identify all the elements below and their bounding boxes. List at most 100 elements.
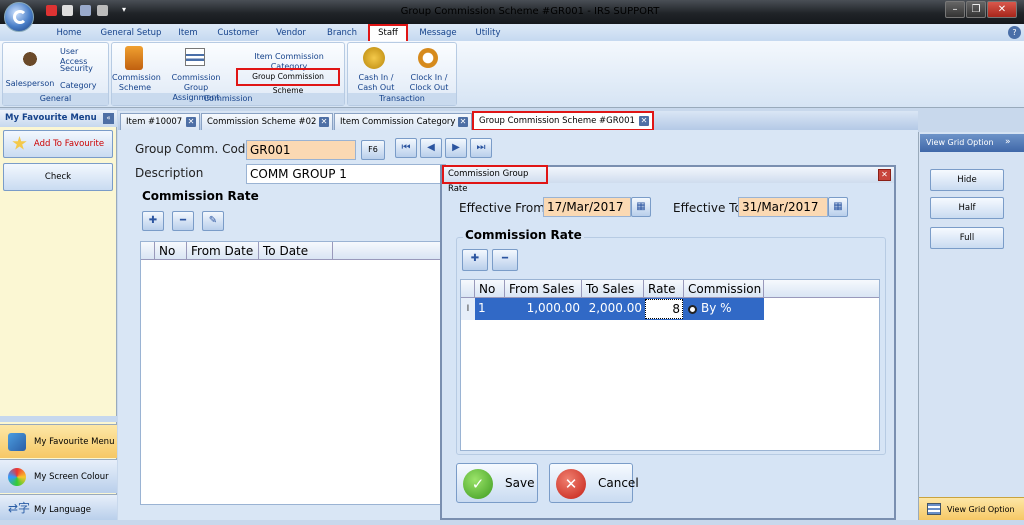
- cell-commission[interactable]: By %: [701, 301, 732, 315]
- group-code-field[interactable]: GR001: [246, 140, 356, 160]
- dialog-remove-row-button[interactable]: ━: [492, 249, 518, 271]
- col-from-sales[interactable]: From Sales: [505, 280, 582, 298]
- cell-from-sales[interactable]: 1,000.00: [505, 301, 580, 315]
- table-row[interactable]: I 1 1,000.00 2,000.00 8 By %: [461, 298, 764, 320]
- calculator-icon: [125, 46, 143, 70]
- tab-message[interactable]: Message: [414, 26, 462, 40]
- cell-rate-editor[interactable]: 8: [645, 299, 683, 319]
- cell-to-sales[interactable]: 2,000.00: [582, 301, 642, 315]
- save-button[interactable]: ✓ Save: [456, 463, 538, 503]
- radio-selected-icon[interactable]: [688, 305, 697, 314]
- clock-in-out-button[interactable]: Clock In / Clock Out: [404, 73, 454, 93]
- clock-icon: [418, 48, 438, 68]
- close-window-button[interactable]: ✕: [987, 1, 1017, 18]
- col-commission[interactable]: Commission: [684, 280, 764, 298]
- dialog-close-button[interactable]: ✕: [878, 169, 891, 181]
- doc-tab-item[interactable]: Item #10007 ✕: [120, 113, 200, 130]
- f6-button[interactable]: F6: [361, 140, 385, 160]
- expand-panel-icon[interactable]: »: [1005, 137, 1011, 147]
- app-menu-orb[interactable]: [4, 2, 34, 32]
- col-to-sales[interactable]: To Sales: [582, 280, 644, 298]
- tab-home[interactable]: Home: [46, 26, 92, 40]
- collapse-panel-icon[interactable]: «: [103, 113, 114, 124]
- effective-from-field[interactable]: 17/Mar/2017: [543, 197, 631, 217]
- grid-hide-button[interactable]: Hide: [930, 169, 1004, 191]
- prev-record-button[interactable]: ◀: [420, 138, 442, 158]
- commission-group-assignment-button[interactable]: Commission Group Assignment: [160, 73, 232, 103]
- effective-to-label: Effective To: [673, 201, 742, 215]
- tab-customer[interactable]: Customer: [212, 26, 264, 40]
- cell-no[interactable]: 1: [478, 301, 486, 315]
- row-edit-indicator: I: [461, 298, 475, 320]
- description-label: Description: [135, 166, 204, 180]
- close-tab-icon[interactable]: ✕: [639, 116, 649, 126]
- restore-button[interactable]: ❐: [966, 1, 986, 18]
- edit-row-button[interactable]: ✎: [202, 211, 224, 231]
- grid-header: No From Date To Date: [141, 242, 441, 260]
- col-to-date[interactable]: To Date: [259, 242, 333, 260]
- effective-to-field[interactable]: 31/Mar/2017: [738, 197, 828, 217]
- effective-from-calendar-icon[interactable]: ▦: [631, 197, 651, 217]
- close-tab-icon[interactable]: ✕: [186, 117, 196, 127]
- doc-tab-group-commission-scheme[interactable]: Group Commission Scheme #GR001 ✕: [472, 111, 654, 131]
- qat-tools-icon[interactable]: [97, 5, 108, 16]
- effective-from-label: Effective From: [459, 201, 545, 215]
- nav-my-screen-colour[interactable]: My Screen Colour: [0, 459, 117, 493]
- nav-label-favourite: My Favourite Menu: [34, 437, 115, 447]
- cash-in-out-button[interactable]: Cash In / Cash Out: [352, 73, 400, 93]
- view-grid-option-label: View Grid Option: [947, 505, 1015, 514]
- first-record-button[interactable]: ⏮: [395, 138, 417, 158]
- doc-tab-label: Item Commission Category: [340, 117, 456, 127]
- star-add-icon: [12, 136, 27, 150]
- qat-save-icon[interactable]: [62, 5, 73, 16]
- grid-half-button[interactable]: Half: [930, 197, 1004, 219]
- qat-dropdown-icon[interactable]: ▾: [122, 5, 126, 14]
- security-button[interactable]: Security: [60, 64, 108, 74]
- group-label-transaction: Transaction: [348, 93, 456, 105]
- qat-record-icon[interactable]: [46, 5, 57, 16]
- close-tab-icon[interactable]: ✕: [458, 117, 468, 127]
- col-no[interactable]: No: [475, 280, 505, 298]
- favourite-panel-title: My Favourite Menu: [0, 110, 117, 127]
- view-grid-option-nav[interactable]: View Grid Option: [919, 497, 1024, 520]
- last-record-button[interactable]: ⏭: [470, 138, 492, 158]
- tab-general-setup[interactable]: General Setup: [96, 26, 166, 40]
- tab-branch[interactable]: Branch: [320, 26, 364, 40]
- doc-tab-commission-scheme[interactable]: Commission Scheme #02 ✕: [201, 113, 333, 130]
- minimize-button[interactable]: –: [945, 1, 965, 18]
- dialog-grid-header: No From Sales To Sales Rate Commission: [461, 280, 879, 298]
- group-commission-scheme-button[interactable]: Group Commission Scheme: [236, 68, 340, 95]
- salesperson-icon: [17, 48, 43, 70]
- effective-to-calendar-icon[interactable]: ▦: [828, 197, 848, 217]
- nav-my-language[interactable]: ⇄字 My Language: [0, 494, 117, 520]
- col-no[interactable]: No: [155, 242, 187, 260]
- col-from-date[interactable]: From Date: [187, 242, 259, 260]
- dialog-add-row-button[interactable]: ✚: [462, 249, 488, 271]
- next-record-button[interactable]: ▶: [445, 138, 467, 158]
- panel-splitter[interactable]: [0, 416, 117, 422]
- grid-full-button[interactable]: Full: [930, 227, 1004, 249]
- tab-vendor[interactable]: Vendor: [268, 26, 314, 40]
- cancel-button[interactable]: ✕ Cancel: [549, 463, 639, 503]
- commission-rate-grid[interactable]: [140, 241, 442, 505]
- colour-palette-icon: [8, 468, 26, 486]
- nav-my-favourite-menu[interactable]: My Favourite Menu: [0, 424, 117, 458]
- col-rate[interactable]: Rate: [644, 280, 684, 298]
- tab-item[interactable]: Item: [170, 26, 206, 40]
- salesperson-button[interactable]: Salesperson: [4, 79, 56, 89]
- qat-refresh-icon[interactable]: [80, 5, 91, 16]
- remove-row-button[interactable]: ━: [172, 211, 194, 231]
- check-button[interactable]: Check: [3, 163, 113, 191]
- grid-icon: [927, 503, 941, 515]
- doc-tab-label: Group Commission Scheme #GR001: [479, 116, 635, 126]
- add-row-button[interactable]: ✚: [142, 211, 164, 231]
- add-to-favourite-button[interactable]: Add To Favourite: [3, 130, 113, 158]
- help-icon[interactable]: ?: [1008, 26, 1021, 39]
- doc-tab-item-commission-category[interactable]: Item Commission Category ✕: [334, 113, 472, 130]
- close-tab-icon[interactable]: ✕: [319, 117, 329, 127]
- description-field[interactable]: COMM GROUP 1: [246, 164, 446, 184]
- category-button[interactable]: Category: [60, 81, 108, 91]
- commission-scheme-button[interactable]: Commission Scheme: [112, 73, 161, 93]
- tab-utility[interactable]: Utility: [466, 26, 510, 40]
- window-title: Group Commission Scheme #GR001 - IRS SUP…: [400, 6, 660, 17]
